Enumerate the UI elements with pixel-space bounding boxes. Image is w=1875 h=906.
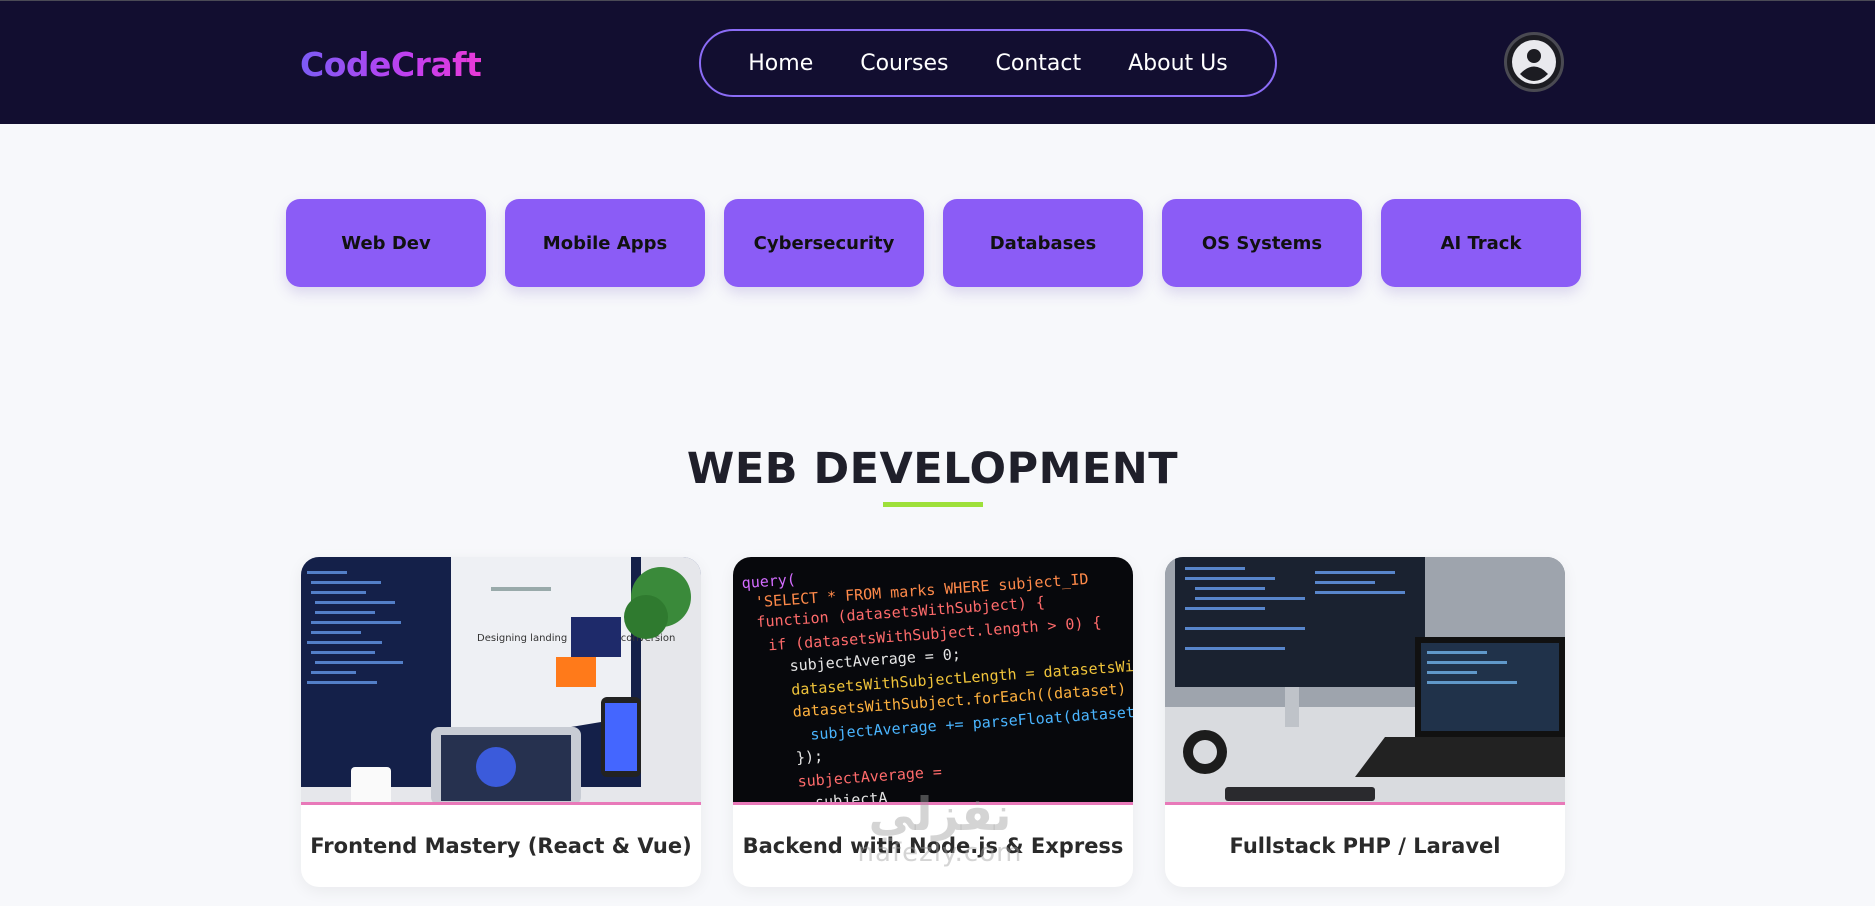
course-image-frontend: Designing landing pages for conversion: [301, 557, 701, 805]
nav-home[interactable]: Home: [748, 51, 813, 76]
category-mobile-apps[interactable]: Mobile Apps: [505, 199, 705, 287]
course-card-frontend[interactable]: Designing landing pages for conversion F…: [301, 557, 701, 887]
course-card-fullstack[interactable]: Fullstack PHP / Laravel: [1165, 557, 1565, 887]
top-navbar: CodeCraft Home Courses Contact About Us: [0, 0, 1875, 124]
course-title: Frontend Mastery (React & Vue): [310, 834, 692, 858]
section-title-underline: [883, 502, 983, 507]
section-title: WEB DEVELOPMENT: [686, 444, 1179, 494]
svg-text:query(: query(: [741, 570, 796, 592]
category-os-systems[interactable]: OS Systems: [1162, 199, 1362, 287]
watermark-url: nafezly.com: [857, 838, 1023, 868]
course-title: Fullstack PHP / Laravel: [1229, 834, 1501, 858]
category-ai-track[interactable]: AI Track: [1381, 199, 1581, 287]
category-cybersecurity[interactable]: Cybersecurity: [724, 199, 924, 287]
nav-contact[interactable]: Contact: [996, 51, 1082, 76]
category-web-dev[interactable]: Web Dev: [286, 199, 486, 287]
user-circle-icon: [1512, 40, 1556, 84]
category-bar: Web Dev Mobile Apps Cybersecurity Databa…: [286, 199, 1581, 287]
category-databases[interactable]: Databases: [943, 199, 1143, 287]
main-nav: Home Courses Contact About Us: [699, 29, 1277, 97]
watermark: نفزلي nafezly.com: [830, 790, 1050, 868]
svg-text:});: });: [795, 747, 823, 767]
watermark-arabic: نفزلي: [868, 787, 1012, 841]
nav-courses[interactable]: Courses: [860, 51, 948, 76]
nav-about-us[interactable]: About Us: [1128, 51, 1228, 76]
course-image-fullstack: [1165, 557, 1565, 805]
course-image-backend: query( 'SELECT * FROM marks WHERE subjec…: [733, 557, 1133, 805]
user-avatar-button[interactable]: [1504, 32, 1564, 92]
logo[interactable]: CodeCraft: [300, 45, 482, 84]
